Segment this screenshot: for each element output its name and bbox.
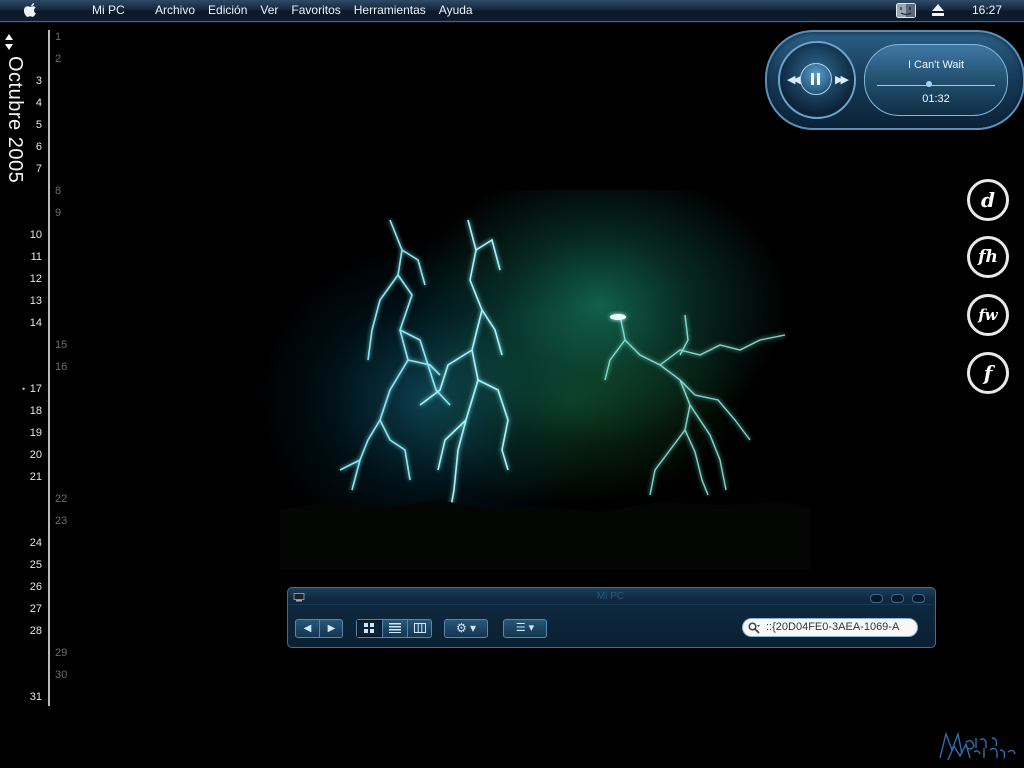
fireworks-icon[interactable]: fh — [967, 236, 1009, 278]
back-forward-group: ◀ ▶ — [295, 619, 343, 638]
forward-button[interactable]: ▶ — [320, 620, 343, 637]
finder-icon[interactable] — [896, 3, 916, 18]
window-titlebar[interactable]: Mi PC — [288, 588, 933, 605]
menu-edicion[interactable]: Edición — [208, 3, 247, 17]
calendar-day[interactable]: 27 — [28, 603, 42, 615]
search-input[interactable]: ::{20D04FE0-3AEA-1069-A — [766, 621, 914, 633]
calendar-day[interactable]: 1 — [55, 31, 61, 43]
search-icon — [748, 622, 760, 634]
calendar-day[interactable]: 11 — [28, 251, 42, 263]
icon-view-button[interactable] — [357, 620, 383, 637]
calendar-day[interactable]: 6 — [28, 141, 42, 153]
menu-ayuda[interactable]: Ayuda — [439, 3, 473, 17]
action-menu-button[interactable]: ⚙ ▾ — [444, 619, 488, 638]
calendar-divider — [48, 30, 50, 706]
wallpaper-storm — [240, 190, 810, 570]
today-marker: • — [22, 384, 26, 394]
zoom-button[interactable] — [891, 594, 904, 603]
pause-icon-bar-right — [817, 73, 820, 85]
search-field[interactable]: ::{20D04FE0-3AEA-1069-A — [742, 618, 918, 637]
previous-track-icon[interactable]: ◀◀ — [787, 73, 801, 86]
calendar-day[interactable]: 18 — [28, 405, 42, 417]
calendar-day[interactable]: 20 — [28, 449, 42, 461]
calendar-day[interactable]: 9 — [55, 207, 61, 219]
track-elapsed-time: 01:32 — [922, 93, 950, 105]
list-view-button[interactable] — [383, 620, 408, 637]
view-mode-group — [356, 619, 432, 638]
freehand-icon[interactable]: fw — [967, 294, 1009, 336]
track-title: I Can't Wait — [907, 59, 965, 71]
calendar-day[interactable]: 19 — [28, 427, 42, 439]
calendar-day[interactable]: 24 — [28, 537, 42, 549]
calendar-day[interactable]: 15 — [55, 339, 67, 351]
calendar-day[interactable]: 16 — [55, 361, 67, 373]
calendar-day[interactable]: 14 — [28, 317, 42, 329]
column-view-button[interactable] — [408, 620, 432, 637]
apple-icon[interactable] — [24, 3, 38, 18]
close-button[interactable] — [912, 594, 925, 603]
calendar-day[interactable]: 30 — [55, 669, 67, 681]
calendar-day[interactable]: 17 — [28, 383, 42, 395]
calendar-day[interactable]: 31 — [28, 691, 42, 703]
pause-icon-bar-left — [811, 73, 814, 85]
grid-icon — [364, 623, 374, 633]
arrange-menu-button[interactable]: ☰ ▾ — [503, 619, 547, 638]
calendar-day[interactable]: 26 — [28, 581, 42, 593]
calendar-day[interactable]: 29 — [55, 647, 67, 659]
artist-signature — [939, 731, 1016, 761]
pause-button[interactable] — [800, 63, 832, 95]
window-title: Mi PC — [596, 591, 625, 602]
calendar-day[interactable]: 25 — [28, 559, 42, 571]
calendar-day[interactable]: 22 — [55, 493, 67, 505]
menu-archivo[interactable]: Archivo — [155, 3, 195, 17]
calendar-day[interactable]: 2 — [55, 53, 61, 65]
calendar-day[interactable]: 23 — [55, 515, 67, 527]
track-progress-knob[interactable] — [926, 81, 932, 87]
calendar-arrows-icon[interactable] — [4, 32, 14, 52]
next-track-icon[interactable]: ▶▶ — [835, 73, 849, 86]
itunes-controller: ◀◀ ▶▶ I Can't Wait 01:32 — [765, 30, 1024, 130]
list-icon — [389, 623, 401, 633]
dreamweaver-icon[interactable]: d — [967, 179, 1009, 221]
menu-items: Archivo Edición Ver Favoritos Herramient… — [155, 3, 486, 17]
calendar-month-label: Octubre 2005 — [4, 56, 26, 184]
calendar-day[interactable]: 21 — [28, 471, 42, 483]
track-display: I Can't Wait 01:32 — [864, 44, 1008, 116]
columns-icon — [414, 623, 426, 633]
calendar-day[interactable]: 3 — [28, 75, 42, 87]
menubar-clock[interactable]: 16:27 — [972, 3, 1002, 17]
finder-window: Mi PC ◀ ▶ ⚙ ▾ ☰ ▾::{20D04FE0-3AEA-1069-… — [287, 587, 936, 648]
menu-favoritos[interactable]: Favoritos — [291, 3, 340, 17]
back-button[interactable]: ◀ — [296, 620, 320, 637]
calendar-day[interactable]: 5 — [28, 119, 42, 131]
app-name[interactable]: Mi PC — [92, 3, 125, 17]
flash-icon[interactable]: f — [967, 352, 1009, 394]
minimize-button[interactable] — [870, 594, 883, 603]
calendar-day[interactable]: 4 — [28, 97, 42, 109]
track-progress-bar[interactable] — [877, 85, 995, 86]
playback-control-ring: ◀◀ ▶▶ — [778, 41, 856, 119]
calendar-day[interactable]: 7 — [28, 163, 42, 175]
menu-bar: Mi PC Archivo Edición Ver Favoritos Herr… — [0, 0, 1024, 22]
eject-icon[interactable] — [932, 4, 944, 17]
calendar-day[interactable]: 8 — [55, 185, 61, 197]
menu-ver[interactable]: Ver — [260, 3, 278, 17]
calendar-day[interactable]: 12 — [28, 273, 42, 285]
menu-herramientas[interactable]: Herramientas — [354, 3, 426, 17]
calendar-day[interactable]: 13 — [28, 295, 42, 307]
calendar-day[interactable]: 28 — [28, 625, 42, 637]
calendar-day[interactable]: 10 — [28, 229, 42, 241]
